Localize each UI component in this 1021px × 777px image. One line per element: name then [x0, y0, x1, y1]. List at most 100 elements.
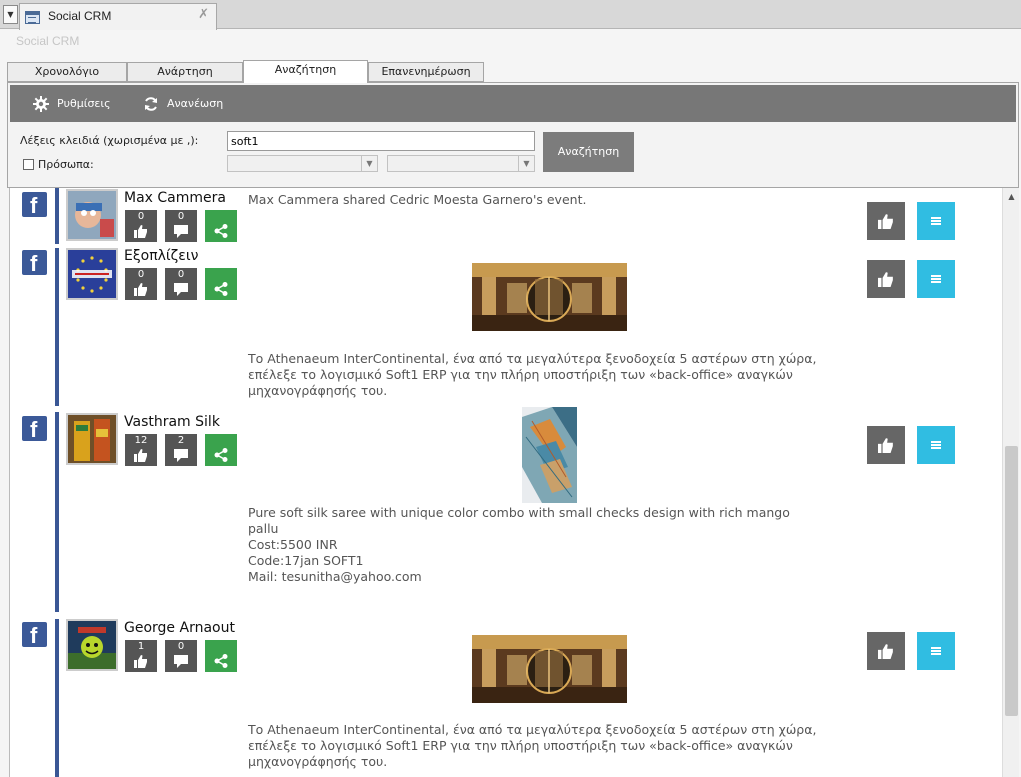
- like-button[interactable]: [867, 260, 905, 298]
- document-tab-social-crm[interactable]: Social CRM ✗: [19, 3, 217, 30]
- share-button[interactable]: [205, 210, 237, 242]
- search-button[interactable]: Αναζήτηση: [543, 132, 634, 172]
- post-item: f Max Cammera 0 0 Max Cammera shared Ced…: [10, 188, 1003, 244]
- scroll-thumb[interactable]: [1005, 446, 1018, 716]
- share-icon: [214, 282, 228, 296]
- thumbs-up-icon: [878, 644, 893, 659]
- likes-count[interactable]: 12: [125, 434, 157, 466]
- share-icon: [214, 224, 228, 238]
- avatar: [66, 413, 118, 465]
- menu-icon: [931, 441, 941, 449]
- avatar: [66, 189, 118, 241]
- refresh-label: Ανανέωση: [167, 97, 224, 110]
- comments-count[interactable]: 0: [165, 210, 197, 242]
- post-text: Max Cammera shared Cedric Moesta Garnero…: [248, 192, 587, 207]
- post-image[interactable]: [522, 407, 577, 503]
- thumbs-up-icon: [134, 225, 147, 238]
- post-menu-button[interactable]: [917, 632, 955, 670]
- tab-timeline[interactable]: Χρονολόγιο: [7, 62, 127, 82]
- likes-number: 0: [137, 269, 145, 280]
- persons-dropdown-2[interactable]: ▼: [387, 155, 535, 172]
- like-button[interactable]: [867, 202, 905, 240]
- likes-count[interactable]: 0: [125, 268, 157, 300]
- thumbs-up-icon: [134, 655, 147, 668]
- tab-list-dropdown[interactable]: ▼: [3, 5, 18, 24]
- document-tab-title: Social CRM: [48, 9, 112, 23]
- post-text: Pure soft silk saree with unique color c…: [248, 505, 790, 584]
- timeline-bar: [55, 619, 59, 777]
- app-title: Social CRM: [16, 34, 80, 48]
- tab-update[interactable]: Επανενημέρωση: [368, 62, 484, 82]
- post-menu-button[interactable]: [917, 426, 955, 464]
- keywords-label: Λέξεις κλειδιά (χωρισμένα με ,):: [20, 134, 199, 147]
- persons-label: Πρόσωπα:: [38, 158, 94, 171]
- post-menu-button[interactable]: [917, 202, 955, 240]
- post-author[interactable]: Εξοπλίζειν: [124, 248, 240, 264]
- persons-checkbox[interactable]: [23, 159, 34, 170]
- share-icon: [214, 654, 228, 668]
- avatar: [66, 248, 118, 300]
- likes-count[interactable]: 1: [125, 640, 157, 672]
- post-author[interactable]: Vasthram Silk: [124, 414, 240, 430]
- share-button[interactable]: [205, 640, 237, 672]
- post-author[interactable]: George Arnaout: [124, 620, 240, 636]
- post-item: f Vasthram Silk 12 2 Pure soft silk sare…: [10, 407, 1003, 616]
- keywords-input[interactable]: [227, 131, 535, 151]
- post-item: f Εξοπλίζειν 0 0 Το Athenaeum InterConti…: [10, 244, 1003, 406]
- post-image[interactable]: [472, 635, 627, 703]
- comment-icon: [174, 225, 188, 238]
- gear-icon: [33, 95, 49, 112]
- chevron-down-icon: ▼: [361, 156, 377, 171]
- likes-number: 1: [137, 641, 145, 652]
- refresh-icon: [145, 96, 157, 111]
- settings-button[interactable]: Ρυθμίσεις: [33, 85, 111, 122]
- comment-icon: [174, 449, 188, 462]
- menu-icon: [931, 647, 941, 655]
- menu-icon: [931, 217, 941, 225]
- window-icon: [25, 11, 40, 24]
- post-text: Το Athenaeum InterContinental, ένα από τ…: [248, 722, 817, 769]
- likes-number: 0: [137, 211, 145, 222]
- post-image[interactable]: [472, 263, 627, 331]
- tab-search[interactable]: Αναζήτηση: [243, 60, 368, 83]
- document-tab-bar: ▼ Social CRM ✗: [0, 0, 1021, 30]
- timeline-bar: [55, 248, 59, 406]
- like-button[interactable]: [867, 426, 905, 464]
- facebook-icon: f: [22, 416, 47, 442]
- comments-number: 0: [177, 641, 185, 652]
- settings-label: Ρυθμίσεις: [57, 97, 111, 110]
- comments-count[interactable]: 0: [165, 640, 197, 672]
- likes-number: 12: [134, 435, 148, 446]
- likes-count[interactable]: 0: [125, 210, 157, 242]
- share-button[interactable]: [205, 434, 237, 466]
- thumbs-up-icon: [878, 272, 893, 287]
- share-icon: [214, 448, 228, 462]
- comment-icon: [174, 655, 188, 668]
- thumbs-up-icon: [878, 214, 893, 229]
- comments-count[interactable]: 2: [165, 434, 197, 466]
- facebook-icon: f: [22, 192, 47, 218]
- scroll-up-icon[interactable]: ▲: [1003, 192, 1020, 201]
- results-feed: f Max Cammera 0 0 Max Cammera shared Ced…: [9, 188, 1019, 777]
- comments-count[interactable]: 0: [165, 268, 197, 300]
- toolbar: Ρυθμίσεις Ανανέωση: [10, 85, 1016, 122]
- tab-post[interactable]: Ανάρτηση: [127, 62, 243, 82]
- post-item: f George Arnaout 1 0 Το Athenaeum InterC…: [10, 616, 1003, 777]
- like-button[interactable]: [867, 632, 905, 670]
- feed-scrollbar[interactable]: ▲: [1002, 188, 1019, 777]
- post-author[interactable]: Max Cammera: [124, 190, 240, 206]
- post-menu-button[interactable]: [917, 260, 955, 298]
- facebook-icon: f: [22, 250, 47, 276]
- refresh-button[interactable]: Ανανέωση: [143, 85, 223, 122]
- comments-number: 0: [177, 211, 185, 222]
- timeline-bar: [55, 412, 59, 612]
- menu-icon: [931, 275, 941, 283]
- post-text: Το Athenaeum InterContinental, ένα από τ…: [248, 351, 817, 398]
- close-tab-icon[interactable]: ✗: [198, 7, 209, 22]
- comments-number: 2: [177, 435, 185, 446]
- persons-dropdown-1[interactable]: ▼: [227, 155, 378, 172]
- share-button[interactable]: [205, 268, 237, 300]
- comments-number: 0: [177, 269, 185, 280]
- chevron-down-icon: ▼: [518, 156, 534, 171]
- thumbs-up-icon: [134, 449, 147, 462]
